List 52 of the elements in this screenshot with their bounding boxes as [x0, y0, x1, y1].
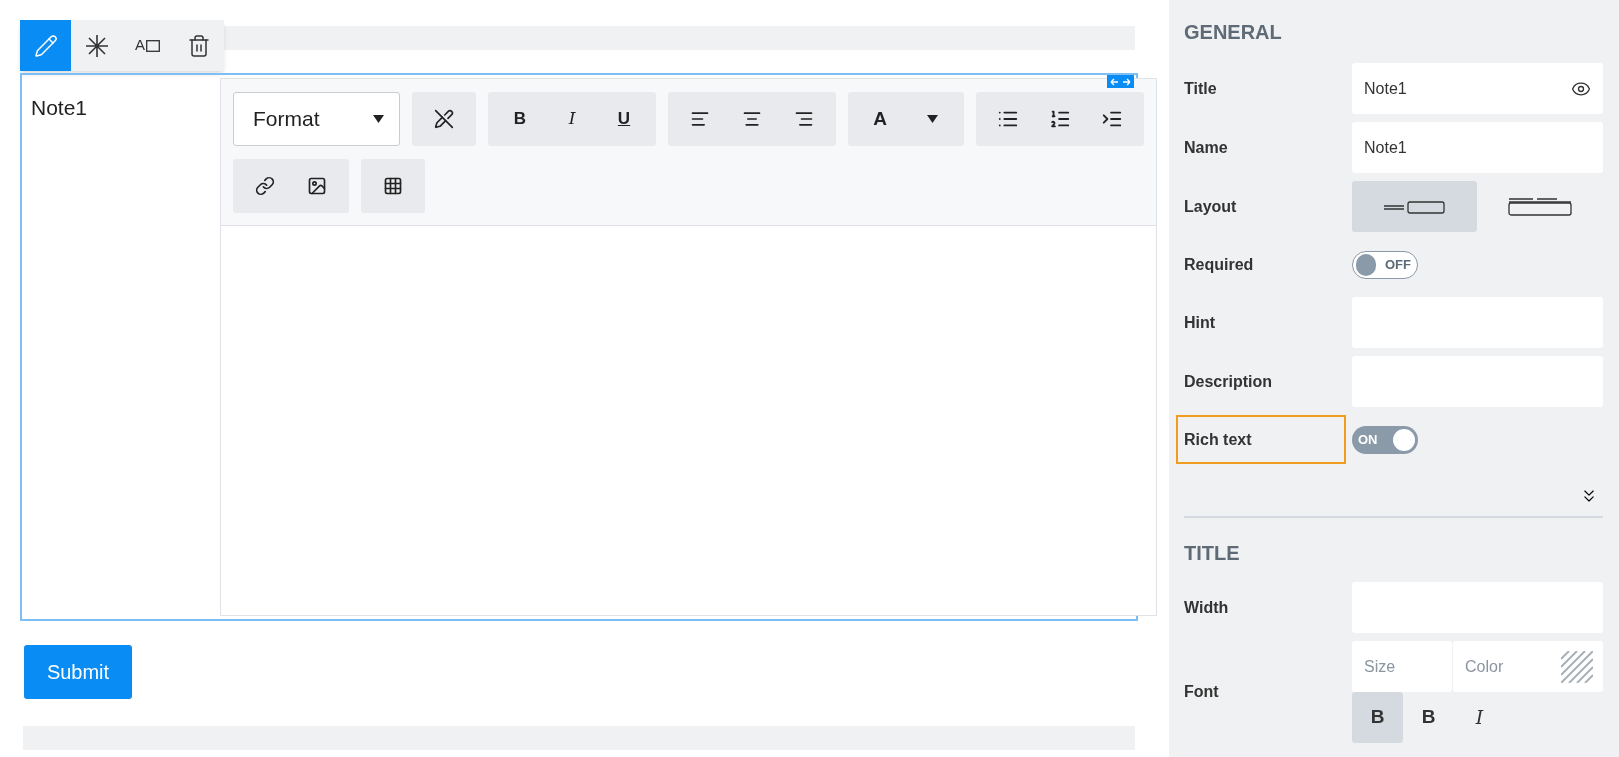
field-label: Name [1184, 137, 1228, 158]
underline-button[interactable]: U [598, 92, 650, 146]
text-field[interactable]: Note1 [1352, 122, 1603, 173]
stacked-layout-icon [1507, 196, 1572, 217]
layout-option[interactable] [1352, 181, 1477, 232]
field-label: Font [1184, 682, 1219, 702]
image-icon [307, 176, 327, 196]
align-center-icon [742, 109, 762, 129]
italic-style-button[interactable]: I [1454, 692, 1505, 743]
section-heading: TITLE [1184, 541, 1241, 566]
asterisk-icon [84, 33, 109, 58]
field-value: Note1 [1364, 78, 1407, 99]
question-title: Note1 [31, 96, 88, 119]
size-field[interactable]: Size [1352, 641, 1452, 692]
format-select[interactable]: Format [233, 92, 400, 146]
caret-icon [373, 115, 384, 123]
field-value: Note1 [1364, 137, 1407, 158]
resize-handle[interactable] [1107, 75, 1134, 88]
toggle-switch[interactable]: OFF [1352, 250, 1418, 279]
horizontal-arrows-icon [1110, 77, 1131, 86]
bold-button[interactable]: B [494, 92, 546, 146]
field-label: Rich text [1184, 429, 1252, 450]
field-label: Width [1184, 597, 1229, 618]
color-field[interactable]: Color [1453, 641, 1603, 692]
toggle-knob [1393, 428, 1415, 451]
inline-layout-icon [1382, 198, 1447, 215]
text-field[interactable]: Note1 [1352, 63, 1603, 114]
align-right-icon [794, 109, 814, 129]
bold-style-button[interactable]: B [1352, 692, 1403, 743]
field-label: Hint [1184, 312, 1216, 333]
toolbar-button[interactable]: A [122, 20, 173, 71]
field-label: Description [1184, 371, 1272, 392]
empty-color-swatch-icon[interactable] [1561, 651, 1593, 683]
toolbar-button[interactable] [173, 20, 224, 71]
italic-button[interactable]: I [546, 92, 598, 146]
numbered-list-icon [1049, 108, 1071, 130]
field-label: Title [1184, 78, 1217, 99]
bold-style-button[interactable]: B [1403, 692, 1454, 743]
letter-label: A [135, 35, 145, 56]
link-icon [255, 176, 275, 196]
crossed-pen-icon [434, 109, 454, 129]
caret-icon [926, 115, 938, 123]
field-label: Required [1184, 254, 1254, 275]
toolbar-button[interactable] [71, 20, 122, 71]
pencil-icon [33, 33, 58, 58]
toggle-knob [1356, 253, 1376, 276]
align-left-icon [690, 109, 710, 129]
trash-icon [186, 33, 211, 58]
field-label: Layout [1184, 196, 1237, 217]
table-icon [383, 176, 403, 196]
section-heading: GENERAL [1184, 20, 1283, 45]
field-box-icon [146, 39, 160, 52]
